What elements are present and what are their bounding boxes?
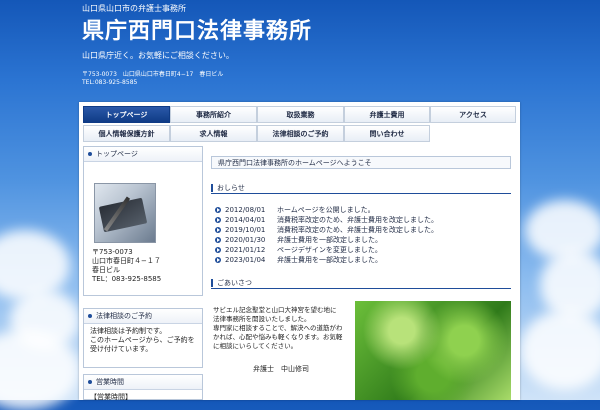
green-leaves-photo	[355, 301, 511, 400]
nav-fees[interactable]: 弁護士費用	[344, 106, 430, 123]
news-text: ページデザインを変更しました。	[277, 246, 382, 254]
sidebar-hours-heading: 営業時間	[84, 375, 202, 390]
news-item: 2023/01/04 弁護士費用を一部改定しました。	[215, 255, 511, 265]
sidebar-top-heading[interactable]: トップページ	[84, 147, 202, 162]
greeting-signature: 弁護士 中山修司	[253, 365, 309, 373]
greeting-line: サビエル記念聖堂と山口大神宮を望む地に	[213, 306, 337, 314]
sidebar-consult-heading-text: 法律相談のご予約	[96, 312, 152, 320]
news-heading-text: おしらせ	[217, 183, 245, 192]
news-text: 弁護士費用を一部改定しました。	[277, 256, 382, 264]
news-item: 2020/01/30 弁護士費用を一部改定しました。	[215, 235, 511, 245]
nav-contact[interactable]: 問い合わせ	[344, 125, 430, 142]
news-date: 2020/01/30	[225, 236, 266, 244]
sidebar-consult-heading[interactable]: 法律相談のご予約	[84, 309, 202, 324]
sidebar-contact: 〒753-0073 山口市春日町４−１７ 春日ビル TEL：083-925-85…	[86, 245, 167, 287]
nav-recruit[interactable]: 求人情報	[170, 125, 257, 142]
sidebar-tel: TEL：083-925-8585	[92, 275, 162, 283]
heading-mark-icon	[211, 183, 213, 192]
sidebar-hours-heading-text: 営業時間	[96, 378, 124, 386]
sidebar: トップページ 〒753-0073 山口市春日町４−１７ 春日ビル TEL：083…	[83, 146, 203, 401]
greeting-line: かれば、心配や悩みも軽くなります。お気軽	[213, 333, 343, 341]
bullet-icon	[88, 152, 92, 156]
nav-office[interactable]: 事務所紹介	[170, 106, 257, 123]
nav-practice[interactable]: 取扱業務	[257, 106, 344, 123]
notebook-photo	[94, 183, 156, 243]
header-address: 〒753-0073 山口県山口市春日町4−17 春日ビル	[82, 71, 224, 78]
consult-line1: 法律相談は予約制です。	[90, 327, 167, 335]
news-text: 消費税率改定のため、弁護士費用を改定しました。	[277, 226, 438, 234]
news-date: 2014/04/01	[225, 216, 266, 224]
nav-privacy[interactable]: 個人情報保護方針	[83, 125, 170, 142]
sidebar-address1: 山口市春日町４−１７	[92, 257, 161, 265]
header-tel: TEL:083-925-8585	[82, 79, 138, 86]
nav-consultation[interactable]: 法律相談のご予約	[257, 125, 344, 142]
news-item: 2014/04/01 消費税率改定のため、弁護士費用を改定しました。	[215, 215, 511, 225]
news-date: 2012/08/01	[225, 206, 266, 214]
main-content: 県庁西門口法律事務所のホームページへようこそ おしらせ 2012/08/01 ホー…	[211, 146, 517, 400]
sidebar-top-heading-text: トップページ	[96, 150, 138, 158]
global-nav: トップページ 事務所紹介 取扱業務 弁護士費用 アクセス 個人情報保護方針 求人…	[83, 106, 516, 142]
nav-top[interactable]: トップページ	[83, 106, 170, 123]
bullet-icon	[88, 314, 92, 318]
sidebar-top-box: トップページ 〒753-0073 山口市春日町４−１７ 春日ビル TEL：083…	[83, 146, 203, 296]
content-frame: トップページ 事務所紹介 取扱業務 弁護士費用 アクセス 個人情報保護方針 求人…	[79, 102, 520, 401]
news-item: 2021/01/12 ページデザインを変更しました。	[215, 245, 511, 255]
greeting-line: 専門家に相談することで、解決への道筋がわ	[213, 324, 343, 332]
sidebar-consult-text: 法律相談は予約制です。 このホームページから、ご予約を受け付けています。	[84, 324, 202, 357]
consult-line2: このホームページから、ご予約を受け付けています。	[90, 336, 195, 353]
arrow-circle-icon	[215, 247, 221, 253]
sidebar-consult-box: 法律相談のご予約 法律相談は予約制です。 このホームページから、ご予約を受け付け…	[83, 308, 203, 368]
news-date: 2023/01/04	[225, 256, 266, 264]
nav-access[interactable]: アクセス	[430, 106, 516, 123]
news-text: ホームページを公開しました。	[277, 206, 375, 214]
sidebar-hours-box: 営業時間 【営業時間】	[83, 374, 203, 401]
news-list: 2012/08/01 ホームページを公開しました。 2014/04/01 消費税率改…	[215, 205, 511, 265]
heading-mark-icon	[211, 278, 213, 287]
greeting-heading: ごあいさつ	[211, 277, 511, 289]
arrow-circle-icon	[215, 217, 221, 223]
greeting-heading-text: ごあいさつ	[217, 278, 252, 287]
greeting-text: サビエル記念聖堂と山口大神宮を望む地に 法律事務所を開設いたしました。 専門家に…	[213, 306, 353, 351]
news-text: 消費税率改定のため、弁護士費用を改定しました。	[277, 216, 438, 224]
news-item: 2012/08/01 ホームページを公開しました。	[215, 205, 511, 215]
sidebar-address2: 春日ビル	[92, 266, 120, 274]
bullet-icon	[88, 380, 92, 384]
greeting-line: に相談にいらしてください。	[213, 342, 298, 350]
arrow-circle-icon	[215, 207, 221, 213]
sidebar-postal: 〒753-0073	[92, 248, 133, 256]
arrow-circle-icon	[215, 237, 221, 243]
news-text: 弁護士費用を一部改定しました。	[277, 236, 382, 244]
greeting-line: 法律事務所を開設いたしました。	[213, 315, 311, 323]
arrow-circle-icon	[215, 257, 221, 263]
news-item: 2019/10/01 消費税率改定のため、弁護士費用を改定しました。	[215, 225, 511, 235]
news-heading: おしらせ	[211, 182, 511, 194]
news-date: 2019/10/01	[225, 226, 266, 234]
sidebar-hours-sub: 【営業時間】	[90, 393, 132, 401]
arrow-circle-icon	[215, 227, 221, 233]
site-title[interactable]: 県庁西門口法律事務所	[82, 13, 312, 45]
welcome-banner: 県庁西門口法律事務所のホームページへようこそ	[211, 156, 511, 169]
site-tagline: 山口県庁近く。お気軽にご相談ください。	[82, 51, 234, 60]
news-date: 2021/01/12	[225, 246, 266, 254]
